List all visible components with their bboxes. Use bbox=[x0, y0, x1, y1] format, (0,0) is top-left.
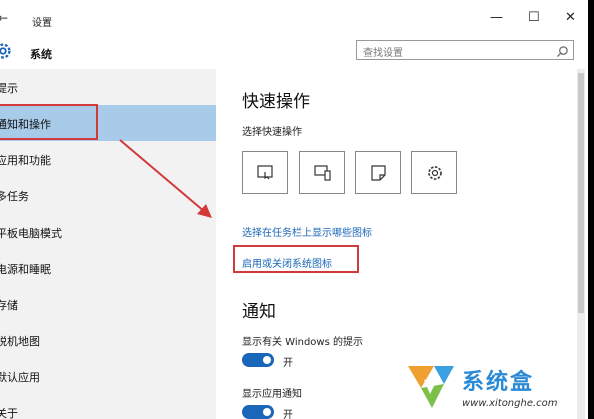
watermark: 系统盒 www.xitonghe.com bbox=[404, 360, 584, 416]
watermark-text: 系统盒 bbox=[462, 370, 535, 395]
watermark-url: www.xitonghe.com bbox=[462, 398, 558, 409]
watermark-logo-icon bbox=[408, 366, 454, 408]
settings-window: ← 设置 — ☐ ✕ 系统 查找设置 提示 通知和操作 应用和功能 多任务 平板… bbox=[0, 0, 588, 419]
annotation-arrow bbox=[119, 139, 212, 218]
